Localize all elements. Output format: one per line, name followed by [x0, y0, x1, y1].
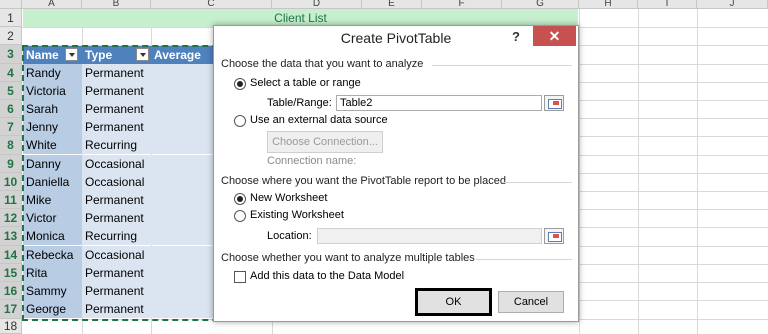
external-source-label[interactable]: Use an external data source: [250, 114, 388, 126]
data-model-checkbox[interactable]: [234, 271, 246, 283]
row-header-11[interactable]: 11: [0, 191, 22, 209]
row-header-5[interactable]: 5: [0, 82, 22, 100]
row-header-8[interactable]: 8: [0, 136, 22, 155]
column-header-h[interactable]: H: [579, 0, 638, 9]
cancel-button[interactable]: Cancel: [498, 291, 564, 313]
location-input[interactable]: [317, 228, 542, 244]
table-range-input[interactable]: Table2: [336, 95, 542, 111]
select-all-corner[interactable]: [0, 0, 22, 9]
row-header-3[interactable]: 3: [0, 45, 22, 64]
column-header-c[interactable]: C: [151, 0, 272, 9]
close-button[interactable]: ✕: [533, 26, 576, 46]
column-header-e[interactable]: E: [362, 0, 422, 9]
row-header-7[interactable]: 7: [0, 118, 22, 136]
ok-button[interactable]: OK: [415, 288, 492, 316]
column-header-b[interactable]: B: [82, 0, 151, 9]
column-header-j[interactable]: J: [697, 0, 768, 9]
collapse-dialog-icon[interactable]: [544, 228, 564, 244]
row-header-17[interactable]: 17: [0, 300, 22, 319]
section-divider: [476, 259, 572, 260]
choose-connection-button[interactable]: Choose Connection...: [267, 131, 383, 153]
row-header-13[interactable]: 13: [0, 227, 22, 246]
section-divider: [432, 65, 572, 66]
collapse-dialog-icon[interactable]: [544, 95, 564, 111]
row-header-18[interactable]: 18: [0, 319, 22, 334]
row-header-16[interactable]: 16: [0, 282, 22, 300]
column-header-a[interactable]: A: [22, 0, 82, 9]
row-header-14[interactable]: 14: [0, 246, 22, 264]
section-heading-placement: Choose where you want the PivotTable rep…: [221, 175, 506, 187]
row-header-12[interactable]: 12: [0, 209, 22, 227]
column-header-g[interactable]: G: [502, 0, 579, 9]
help-icon[interactable]: ?: [508, 26, 524, 48]
external-source-radio[interactable]: [234, 115, 246, 127]
grid-line: [697, 9, 698, 334]
row-header-4[interactable]: 4: [0, 64, 22, 82]
row-header-15[interactable]: 15: [0, 264, 22, 282]
column-header-f[interactable]: F: [422, 0, 502, 9]
row-header-1[interactable]: 1: [0, 9, 22, 27]
column-header-i[interactable]: I: [638, 0, 697, 9]
new-worksheet-label[interactable]: New Worksheet: [250, 192, 327, 204]
data-model-label[interactable]: Add this data to the Data Model: [250, 270, 404, 282]
table-range-label: Table/Range:: [267, 97, 332, 109]
existing-worksheet-label[interactable]: Existing Worksheet: [250, 209, 344, 221]
select-table-label[interactable]: Select a table or range: [250, 77, 361, 89]
select-table-radio[interactable]: [234, 78, 246, 90]
row-header-10[interactable]: 10: [0, 173, 22, 191]
location-label: Location:: [267, 230, 312, 242]
existing-worksheet-radio[interactable]: [234, 210, 246, 222]
new-worksheet-radio[interactable]: [234, 193, 246, 205]
create-pivottable-dialog: Create PivotTable ? ✕ Choose the data th…: [213, 25, 579, 322]
row-header-2[interactable]: 2: [0, 27, 22, 45]
column-header-d[interactable]: D: [272, 0, 362, 9]
grid-line: [579, 9, 580, 334]
grid-line: [638, 9, 639, 334]
row-header-9[interactable]: 9: [0, 155, 22, 173]
section-heading-data: Choose the data that you want to analyze: [221, 58, 424, 70]
connection-name-label: Connection name:: [267, 155, 357, 167]
row-header-6[interactable]: 6: [0, 100, 22, 118]
section-divider: [502, 182, 572, 183]
section-heading-multiple-tables: Choose whether you want to analyze multi…: [221, 252, 475, 264]
